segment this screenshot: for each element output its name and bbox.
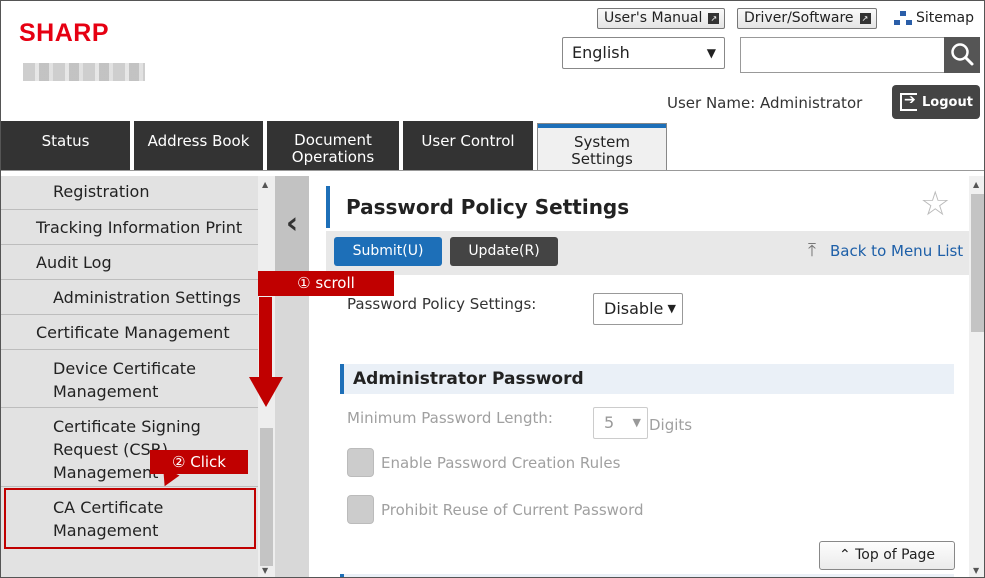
language-select[interactable]: English ▼	[562, 37, 725, 69]
creation-rules-label: Enable Password Creation Rules	[381, 454, 621, 472]
page-title: Password Policy Settings	[326, 186, 969, 228]
back-label: Back to Menu List	[830, 242, 964, 260]
back-to-menu-link[interactable]: ⤒ Back to Menu List	[808, 241, 963, 261]
sitemap-icon	[894, 11, 912, 25]
sidebar-item-certificate-management[interactable]: Certificate Management	[1, 315, 258, 350]
external-link-icon: ↗	[708, 13, 720, 24]
main-scroll-thumb[interactable]	[971, 194, 984, 332]
logout-button[interactable]: Logout	[892, 85, 980, 119]
sidebar-item-registration[interactable]: Registration	[1, 176, 258, 210]
search-button[interactable]	[944, 37, 980, 73]
browser-frame: SHARP User's Manual ↗ Driver/Software ↗ …	[0, 0, 985, 578]
chevron-up-icon: ⌃	[838, 547, 851, 563]
back-arrow-icon: ⤒	[808, 240, 816, 261]
scroll-down-arrow-icon[interactable]: ▼	[262, 566, 268, 575]
tab-document-operations[interactable]: Document Operations	[267, 121, 399, 171]
tab-status[interactable]: Status	[1, 121, 130, 171]
password-policy-select[interactable]: Disable ▼	[593, 293, 683, 325]
creation-rules-checkbox[interactable]	[347, 448, 374, 477]
tab-user-control[interactable]: User Control	[403, 121, 533, 171]
users-manual-label: User's Manual	[604, 10, 703, 26]
main-content: Password Policy Settings ☆ Submit(U) Upd…	[326, 176, 969, 577]
digits-label: Digits	[649, 416, 693, 434]
search-input[interactable]	[740, 37, 945, 73]
action-toolbar: Submit(U) Update(R) ⤒ Back to Menu List	[326, 231, 969, 275]
user-name: User Name: Administrator	[667, 94, 863, 112]
tab-address-book[interactable]: Address Book	[134, 121, 263, 171]
sidebar-item-tracking-information-print[interactable]: Tracking Information Print	[1, 210, 258, 245]
model-name-blurred	[23, 63, 145, 81]
sitemap-link[interactable]: Sitemap	[894, 10, 974, 26]
search-icon	[951, 43, 974, 66]
chevron-down-icon: ▼	[706, 46, 716, 60]
update-button[interactable]: Update(R)	[450, 237, 558, 266]
scroll-down-arrow-icon[interactable]: ▼	[973, 566, 979, 575]
sharp-logo: SHARP	[19, 19, 110, 47]
annotation-highlight-box	[4, 488, 256, 549]
sidebar-item-csr-management[interactable]: Certificate Signing Request (CSR) Manage…	[1, 408, 258, 487]
sidebar-item-administration-settings[interactable]: Administration Settings	[1, 280, 258, 315]
star-icon[interactable]: ☆	[920, 184, 950, 224]
password-policy-label: Password Policy Settings:	[347, 295, 537, 313]
top-of-page-button[interactable]: ⌃ Top of Page	[819, 541, 955, 570]
tab-divider	[1, 170, 984, 171]
prohibit-reuse-label: Prohibit Reuse of Current Password	[381, 501, 644, 519]
min-length-label: Minimum Password Length:	[347, 409, 553, 427]
driver-software-label: Driver/Software	[744, 10, 854, 26]
annotation-arrow-head-icon	[249, 377, 283, 407]
logout-icon	[900, 92, 917, 111]
main-tabs: Status Address Book Document Operations …	[1, 121, 984, 171]
scroll-up-arrow-icon[interactable]: ▲	[973, 180, 979, 189]
chevron-down-icon: ▼	[667, 302, 676, 315]
top-of-page-label: Top of Page	[855, 547, 936, 563]
external-link-icon: ↗	[859, 13, 871, 24]
tab-system-settings[interactable]: System Settings	[537, 123, 667, 171]
prohibit-reuse-checkbox[interactable]	[347, 495, 374, 524]
sidebar-item-audit-log[interactable]: Audit Log	[1, 245, 258, 280]
driver-software-button[interactable]: Driver/Software ↗	[737, 8, 877, 29]
min-length-value: 5	[604, 413, 615, 432]
scroll-up-arrow-icon[interactable]: ▲	[262, 180, 268, 189]
next-section-header	[340, 574, 954, 577]
chevron-down-icon: ▼	[632, 416, 641, 429]
main-scrollbar[interactable]: ▲ ▼	[969, 176, 984, 577]
sitemap-label: Sitemap	[916, 10, 974, 26]
annotation-scroll-arrow	[259, 297, 272, 381]
language-value: English	[572, 43, 630, 62]
chevron-left-icon[interactable]: ‹	[275, 176, 309, 272]
password-policy-value: Disable	[604, 299, 664, 318]
section-administrator-password: Administrator Password	[340, 364, 954, 394]
submit-button[interactable]: Submit(U)	[334, 237, 442, 266]
sidebar-item-device-certificate-management[interactable]: Device Certificate Management	[1, 350, 258, 408]
logout-label: Logout	[922, 94, 973, 110]
users-manual-button[interactable]: User's Manual ↗	[597, 8, 726, 29]
sidebar-scroll-thumb[interactable]	[260, 428, 273, 566]
annotation-scroll-label: ① scroll	[258, 271, 394, 296]
min-length-select[interactable]: 5 ▼	[593, 407, 648, 439]
